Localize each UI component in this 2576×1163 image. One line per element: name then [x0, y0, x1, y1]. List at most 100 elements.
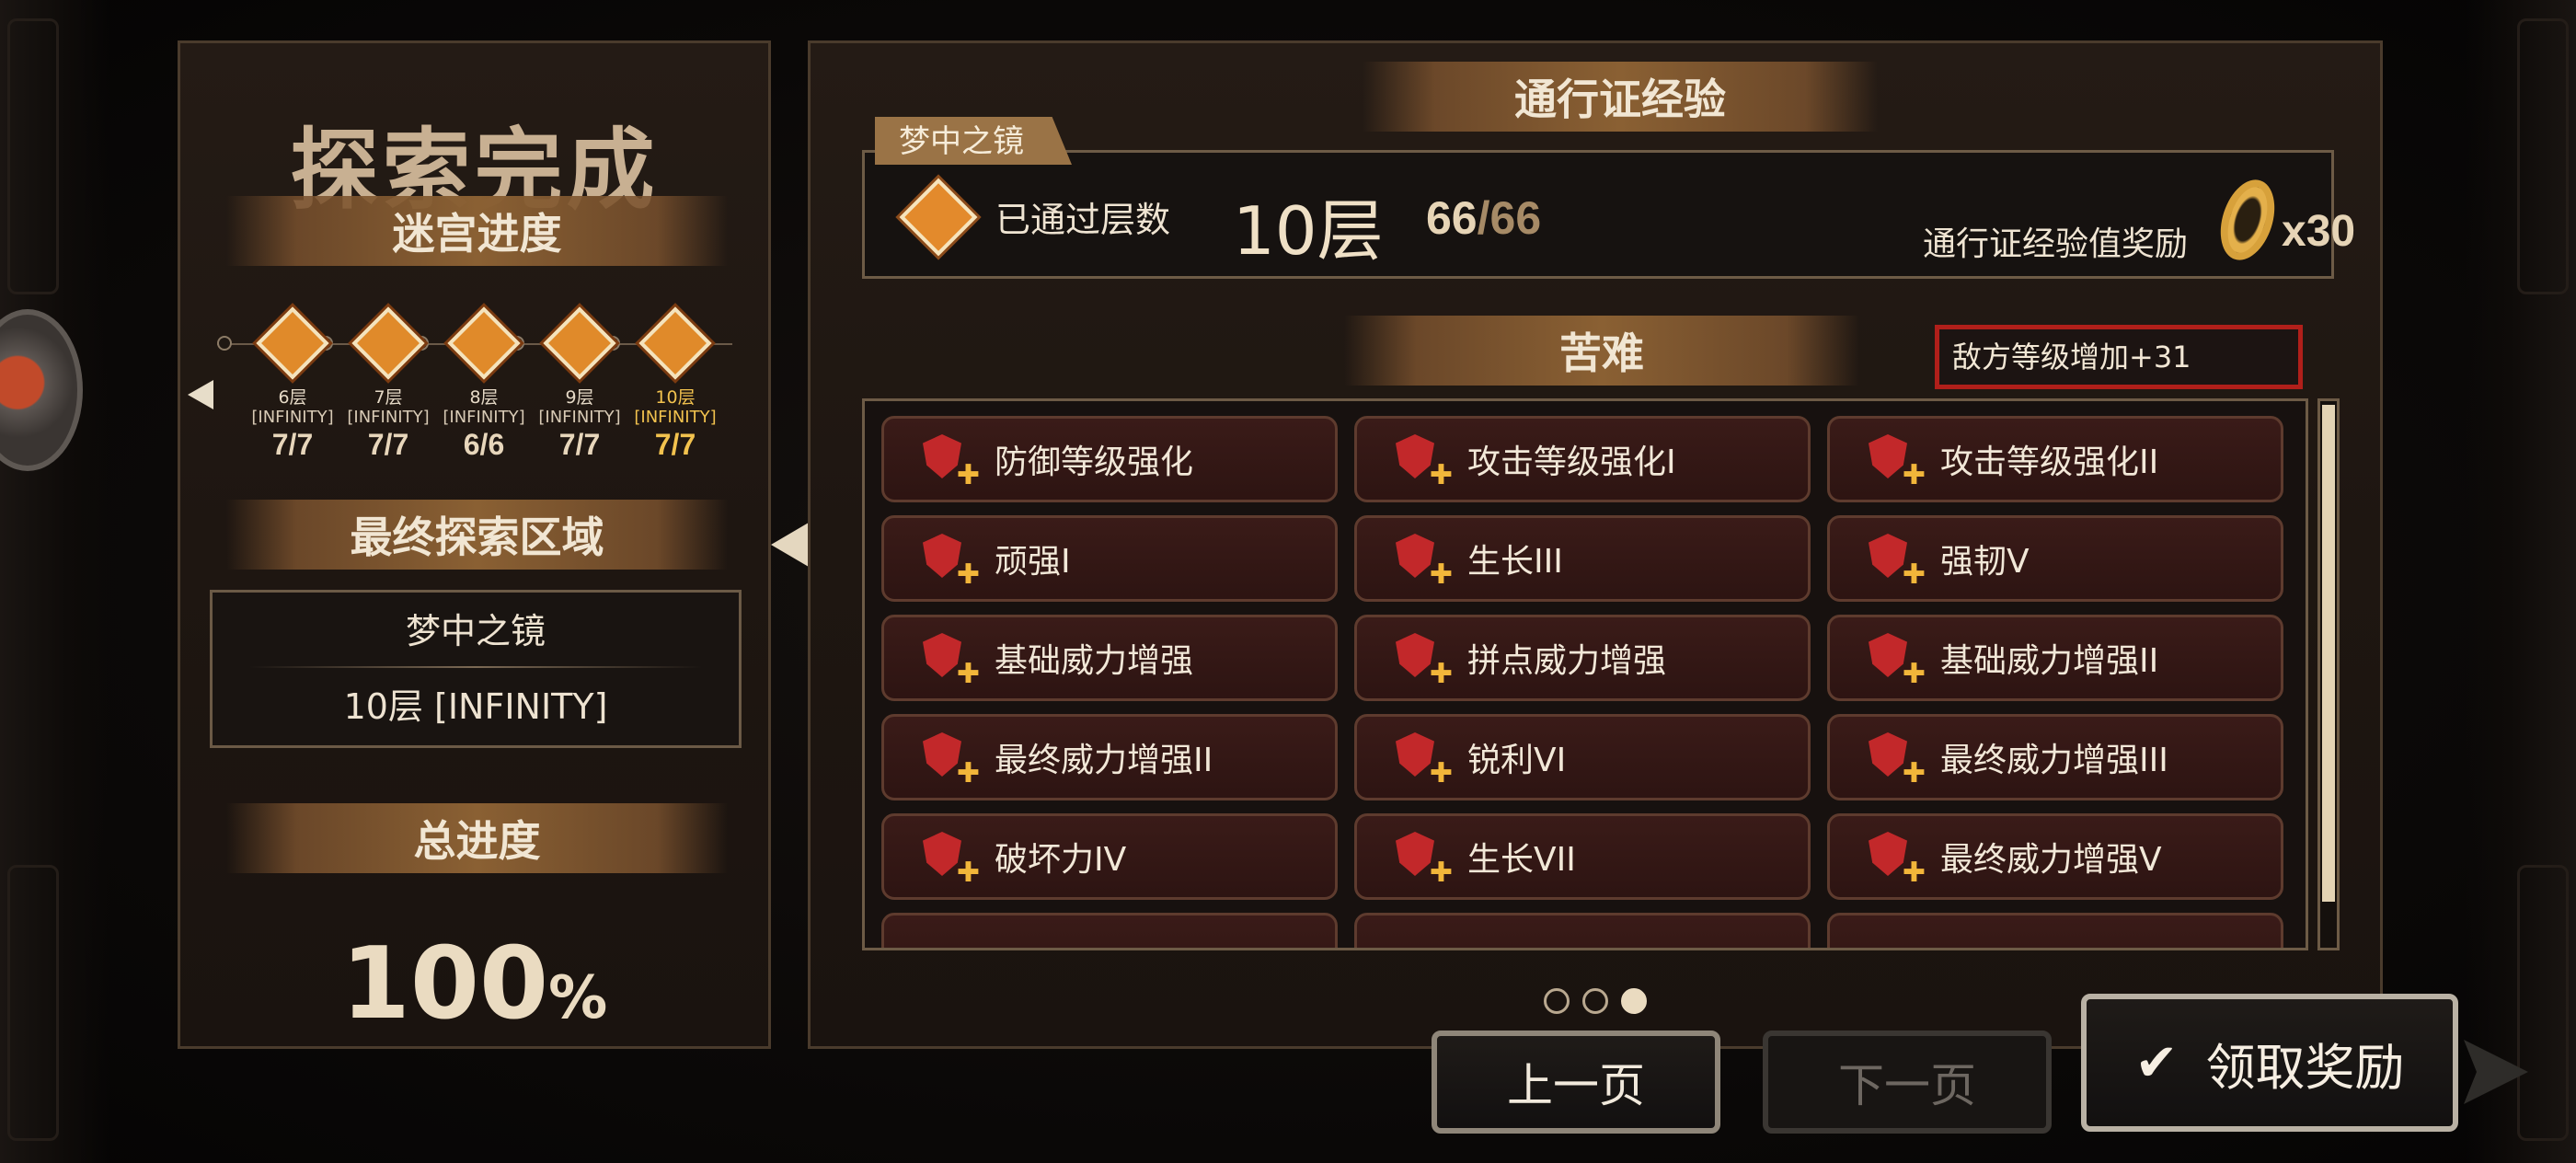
- final-area-name: 梦中之镜: [405, 611, 546, 651]
- total-progress-unit: %: [548, 964, 608, 1032]
- clash-up-icon: [1390, 626, 1455, 690]
- floor-mode: [INFINITY]: [634, 408, 717, 427]
- left-frame-edge: [0, 0, 110, 1163]
- modifier-label: 生长III: [1467, 543, 1563, 581]
- modifier-card[interactable]: 强韧V: [1827, 515, 2283, 602]
- final-power-up-icon: [1863, 725, 1927, 789]
- final-area-box: 梦中之镜 10层 [INFINITY]: [210, 590, 742, 748]
- next-page-button[interactable]: 下一页: [1763, 1031, 2052, 1134]
- passed-floor-value: 10层: [1233, 192, 1384, 270]
- modifier-scrollbar[interactable]: [2317, 398, 2340, 950]
- passed-floors-label: 已通过层数: [995, 200, 1171, 240]
- modifier-card[interactable]: 攻击等级强化I: [1354, 416, 1811, 502]
- check-icon: ✔: [2134, 1032, 2179, 1093]
- floor-mode: [INFINITY]: [251, 408, 334, 427]
- modifier-card[interactable]: 基础威力增强II: [1827, 615, 2283, 701]
- final-area-floor: 10层 [INFINITY]: [343, 686, 608, 727]
- floor-label: 8层: [469, 387, 499, 408]
- modifier-list[interactable]: 防御等级强化 攻击等级强化I 攻击等级强化II 顽强I 生长III 强韧V 基础…: [862, 398, 2308, 950]
- floor-diamond-icon: [447, 306, 521, 380]
- page-indicator: [1544, 988, 1647, 1014]
- floor-node[interactable]: 8层 [INFINITY] 6/6: [436, 306, 532, 461]
- floor-count: 7/7: [271, 428, 314, 461]
- modifier-card[interactable]: 基础威力增强: [881, 615, 1338, 701]
- total-progress-banner: 总进度: [226, 803, 728, 873]
- modifier-card-partial[interactable]: [1354, 913, 1811, 948]
- scrollbar-thumb[interactable]: [2322, 405, 2335, 902]
- floor-count: 7/7: [654, 428, 696, 461]
- previous-page-button[interactable]: 上一页: [1432, 1031, 1720, 1134]
- claim-rewards-button[interactable]: ✔ 领取奖励: [2081, 994, 2458, 1132]
- modifier-card[interactable]: 拼点威力增强: [1354, 615, 1811, 701]
- floor-mode: [INFINITY]: [347, 408, 430, 427]
- previous-page-label: 上一页: [1507, 1059, 1645, 1112]
- modifier-label: 强韧V: [1940, 543, 2030, 581]
- floor-label: 10层: [655, 387, 696, 408]
- total-progress-number: 100: [340, 927, 549, 1042]
- floor-progress-track: 6层 [INFINITY] 7/7 7层 [INFINITY] 7/7 8层 […: [217, 306, 732, 463]
- modifier-card[interactable]: 防御等级强化: [881, 416, 1338, 502]
- floor-label: 6层: [278, 387, 307, 408]
- floor-label: 9层: [565, 387, 594, 408]
- rewards-panel: 通行证经验 已通过层数 10层 66/66 通行证经验值奖励 x30 梦中之镜 …: [808, 40, 2383, 1049]
- sword-plus-icon: [1863, 427, 1927, 491]
- sharp-up-icon: [1390, 725, 1455, 789]
- floor-mode: [INFINITY]: [443, 408, 525, 427]
- labyrinth-progress-banner: 迷宫进度: [226, 196, 728, 266]
- final-area-banner: 最终探索区域: [226, 500, 728, 570]
- floor-diamond-icon: [899, 178, 978, 257]
- floor-count: 6/6: [463, 428, 505, 461]
- modifier-label: 攻击等级强化I: [1467, 443, 1676, 481]
- modifier-label: 拼点威力增强: [1467, 642, 1667, 680]
- page-dot-active[interactable]: [1621, 988, 1647, 1014]
- area-tab: 梦中之镜: [875, 117, 1072, 165]
- cross-up-icon: [1863, 526, 1927, 591]
- pass-exp-reward-label: 通行证经验值奖励: [1923, 225, 2189, 263]
- shield-plus-icon: [917, 427, 982, 491]
- power-up-icon: [1863, 626, 1927, 690]
- modifier-card[interactable]: 最终威力增强V: [1827, 813, 2283, 900]
- pass-exp-coin-icon: [2211, 172, 2284, 268]
- modifier-card-partial[interactable]: [881, 913, 1338, 948]
- previous-floors-arrow-icon[interactable]: [188, 380, 213, 409]
- floor-label: 7层: [374, 387, 403, 408]
- modifier-card[interactable]: 破坏力IV: [881, 813, 1338, 900]
- hardship-title: 苦难: [1559, 328, 1644, 378]
- pass-exp-box: 已通过层数 10层 66/66 通行证经验值奖励 x30: [862, 150, 2355, 279]
- modifier-label: 破坏力IV: [995, 841, 1127, 879]
- modifier-label: 基础威力增强: [995, 642, 1194, 680]
- modifier-label: 攻击等级强化II: [1940, 443, 2159, 481]
- break-up-icon: [917, 824, 982, 889]
- floor-node-current[interactable]: 10层 [INFINITY] 7/7: [627, 306, 723, 461]
- page-dot[interactable]: [1582, 988, 1608, 1014]
- floor-node[interactable]: 7层 [INFINITY] 7/7: [340, 306, 436, 461]
- modifier-card[interactable]: 最终威力增强III: [1827, 714, 2283, 800]
- claim-rewards-label: 领取奖励: [2205, 1038, 2405, 1097]
- final-power-up-icon: [917, 725, 982, 789]
- floor-diamond-icon: [351, 306, 425, 380]
- modifier-card[interactable]: 锐利VI: [1354, 714, 1811, 800]
- page-dot[interactable]: [1544, 988, 1570, 1014]
- modifier-label: 最终威力增强II: [995, 742, 1213, 779]
- labyrinth-progress-label: 迷宫进度: [392, 209, 562, 259]
- modifier-card[interactable]: 最终威力增强II: [881, 714, 1338, 800]
- sword-plus-icon: [1390, 427, 1455, 491]
- modifier-card[interactable]: 攻击等级强化II: [1827, 416, 2283, 502]
- modifier-label: 顽强I: [995, 543, 1071, 581]
- passed-count: 66/66: [1426, 192, 1542, 244]
- modifier-card-partial[interactable]: [1827, 913, 2283, 948]
- pass-exp-banner: 通行证经验: [1363, 62, 1878, 132]
- floor-node[interactable]: 6层 [INFINITY] 7/7: [245, 306, 340, 461]
- modifier-label: 防御等级强化: [995, 443, 1194, 481]
- final-power-up-icon: [1863, 824, 1927, 889]
- pass-exp-title: 通行证经验: [1514, 75, 1726, 124]
- floor-diamond-icon: [543, 306, 616, 380]
- floor-node[interactable]: 9层 [INFINITY] 7/7: [532, 306, 627, 461]
- track-dot: [217, 336, 232, 351]
- modifier-card[interactable]: 生长VII: [1354, 813, 1811, 900]
- modifier-card[interactable]: 顽强I: [881, 515, 1338, 602]
- floor-mode: [INFINITY]: [538, 408, 621, 427]
- floor-count: 7/7: [367, 428, 409, 461]
- exploration-summary-panel: 探索完成 迷宫进度 6层 [INFINITY] 7/7 7层 [INFINITY…: [178, 40, 771, 1049]
- modifier-card[interactable]: 生长III: [1354, 515, 1811, 602]
